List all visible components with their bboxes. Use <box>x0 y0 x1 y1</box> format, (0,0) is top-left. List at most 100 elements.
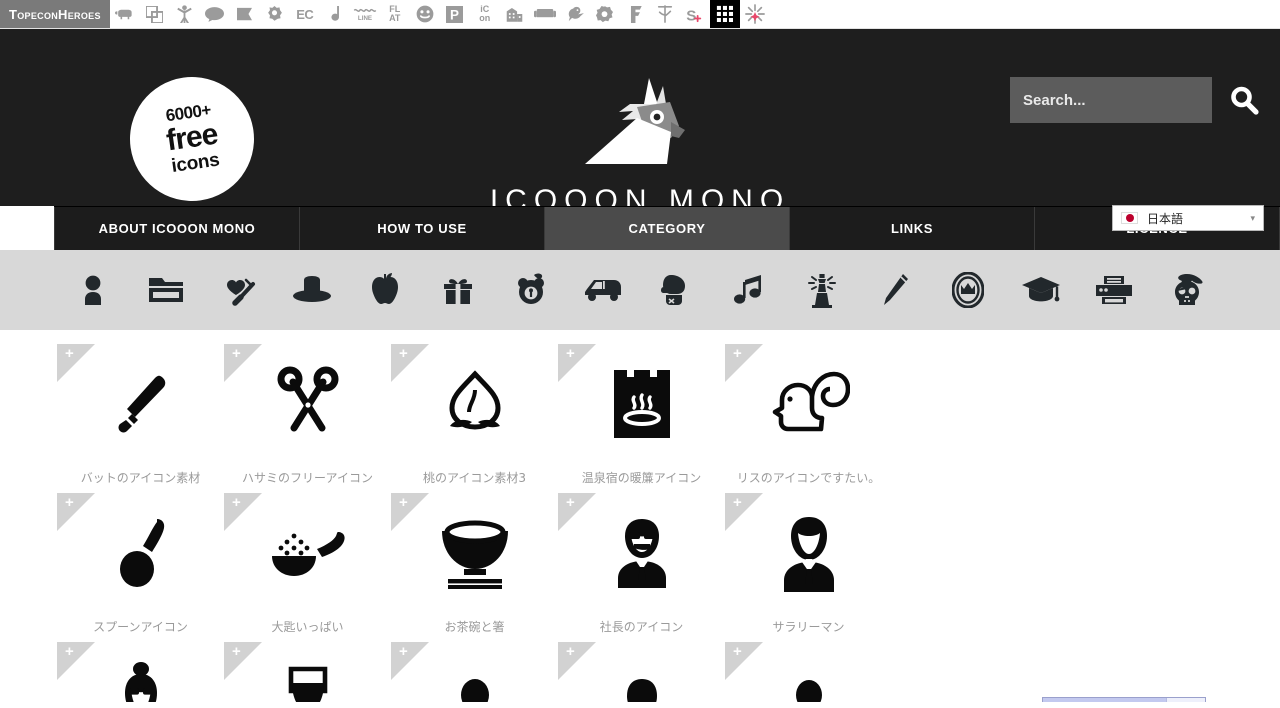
corner-ribbon <box>558 493 596 531</box>
icon-thumb-onsen[interactable]: + <box>558 344 725 464</box>
ec-label: EC <box>296 6 314 22</box>
topecon-heroes-brand[interactable]: TopeconHeroes <box>0 0 110 28</box>
icon-thumb-ladle[interactable]: + <box>224 493 391 613</box>
corner-ribbon <box>391 642 429 680</box>
category-apple-icon[interactable] <box>364 269 406 311</box>
icon-caption: お茶碗と箸 <box>444 620 505 634</box>
icon-thumb-squirrel[interactable]: + <box>725 344 892 464</box>
corner-ribbon <box>391 493 429 531</box>
icon-tile[interactable]: + <box>725 642 892 702</box>
person-cheer-icon[interactable] <box>170 0 200 28</box>
sofa-icon[interactable] <box>530 0 560 28</box>
icon-tile[interactable]: + お茶碗と箸 <box>391 493 558 636</box>
icon-icon[interactable]: iC on <box>470 0 500 28</box>
category-pirate-skull-icon[interactable] <box>1166 269 1208 311</box>
icon-tile[interactable]: + <box>558 642 725 702</box>
f-mark-icon[interactable] <box>620 0 650 28</box>
icon-caption: 桃のアイコン素材3 <box>422 471 527 485</box>
icon-thumb-chef[interactable]: + <box>224 642 391 702</box>
icon-thumb-spoon[interactable]: + <box>57 493 224 613</box>
corner-ribbon <box>558 344 596 382</box>
nav-item-links[interactable]: LINKS <box>790 207 1035 250</box>
icon-tile[interactable]: + 桃のアイコン素材3 <box>391 344 558 487</box>
nav-item-how-to-use[interactable]: HOW TO USE <box>300 207 545 250</box>
icon-grid: + バットのアイコン素材 + ハサミのフリーアイコン + 桃のアイコン素材3 +… <box>0 330 1046 702</box>
icon-caption: リスのアイコンですたい。 <box>736 471 881 485</box>
category-music-icon[interactable] <box>728 269 770 311</box>
s-plus-icon[interactable]: S <box>680 0 710 28</box>
icon-results-area: + バットのアイコン素材 + ハサミのフリーアイコン + 桃のアイコン素材3 +… <box>0 330 1280 702</box>
flat-label: FL AT <box>389 4 401 23</box>
music-note-icon[interactable] <box>320 0 350 28</box>
category-pencil-icon[interactable] <box>874 269 916 311</box>
flower-dark-icon[interactable] <box>590 0 620 28</box>
advertisement-panel[interactable]: 広告 ✕ vimeo Simplify your workflow. Ampli… <box>1042 697 1206 702</box>
flat-icon[interactable]: FL AT <box>380 0 410 28</box>
smiley-icon[interactable] <box>410 0 440 28</box>
nav-item-category[interactable]: CATEGORY <box>545 207 790 250</box>
category-lighthouse-icon[interactable] <box>801 269 843 311</box>
nav-item-about[interactable]: ABOUT ICOOON MONO <box>54 207 300 250</box>
category-crown-icon[interactable] <box>947 269 989 311</box>
icon-caption: スプーンアイコン <box>93 620 188 634</box>
category-graduation-cap-icon[interactable] <box>1020 269 1062 311</box>
squirrel-icon <box>772 371 850 432</box>
language-label: 日本語 <box>1147 211 1184 226</box>
icon-thumb-careerwoman[interactable]: + <box>57 642 224 702</box>
career-woman-bun-icon <box>124 662 157 702</box>
sheep-icon[interactable] <box>110 0 140 28</box>
icon-tile[interactable]: + 和食の大将 <box>224 642 391 702</box>
icon-tile[interactable]: + お団子あたまのキャリアウーマン <box>57 642 224 702</box>
icon-caption: サラリーマン <box>772 620 845 634</box>
close-icon[interactable]: ✕ <box>1194 701 1202 702</box>
icon-thumb-partial-3[interactable]: + <box>725 642 892 702</box>
line-icon[interactable]: LINE <box>350 0 380 28</box>
speech-bubble-icon[interactable] <box>200 0 230 28</box>
icon-tile[interactable]: + 大匙いっぱい <box>224 493 391 636</box>
grid-icon[interactable] <box>709 0 740 28</box>
category-printer-icon[interactable] <box>1093 269 1135 311</box>
language-selector[interactable]: 日本語 ▾ <box>1112 205 1264 231</box>
svg-text:P: P <box>450 7 459 22</box>
category-bear-icon[interactable] <box>510 269 552 311</box>
copy-icon[interactable] <box>140 0 170 28</box>
category-boxing-glove-icon[interactable] <box>655 269 697 311</box>
category-folder-icon[interactable] <box>145 269 187 311</box>
icon-thumb-salaryman[interactable]: + <box>725 493 892 613</box>
icon-thumb-bowl[interactable]: + <box>391 493 558 613</box>
rice-bowl-chopsticks-icon <box>441 520 508 589</box>
icon-tile[interactable]: + バットのアイコン素材 <box>57 344 224 487</box>
search-button[interactable] <box>1226 80 1262 120</box>
icon-thumb-bat[interactable]: + <box>57 344 224 464</box>
icon-thumb-partial-1[interactable]: + <box>391 642 558 702</box>
corner-ribbon <box>57 642 95 680</box>
icon-tile[interactable]: + ハサミのフリーアイコン <box>224 344 391 487</box>
building-icon[interactable] <box>500 0 530 28</box>
category-medical-icon[interactable] <box>218 269 260 311</box>
brush-icon[interactable] <box>650 0 680 28</box>
icon-tile[interactable]: + スプーンアイコン <box>57 493 224 636</box>
icon-thumb-president[interactable]: + <box>558 493 725 613</box>
ad-label-bar: 広告 ✕ <box>1165 698 1205 702</box>
category-car-icon[interactable] <box>582 269 624 311</box>
search-input[interactable] <box>1010 77 1212 123</box>
bird-icon[interactable] <box>560 0 590 28</box>
ec-icon[interactable]: EC <box>290 0 320 28</box>
category-gift-icon[interactable] <box>437 269 479 311</box>
corner-ribbon <box>725 642 763 680</box>
icon-thumb-scissors[interactable]: + <box>224 344 391 464</box>
icon-tile[interactable]: + 温泉宿の暖簾アイコン <box>558 344 725 487</box>
flower-gear-icon[interactable] <box>260 0 290 28</box>
flag-icon[interactable] <box>230 0 260 28</box>
icon-tile[interactable]: + サラリーマン <box>725 493 892 636</box>
parking-icon[interactable]: P <box>440 0 470 28</box>
corner-ribbon <box>391 344 429 382</box>
icon-thumb-peach[interactable]: + <box>391 344 558 464</box>
icon-tile[interactable]: + 社長のアイコン <box>558 493 725 636</box>
icon-tile[interactable]: + リスのアイコンですたい。 <box>725 344 892 487</box>
category-hat-icon[interactable] <box>291 269 333 311</box>
icon-tile[interactable]: + <box>391 642 558 702</box>
sparkle-icon[interactable] <box>740 0 770 28</box>
icon-thumb-partial-2[interactable]: + <box>558 642 725 702</box>
category-person-icon[interactable] <box>72 269 114 311</box>
